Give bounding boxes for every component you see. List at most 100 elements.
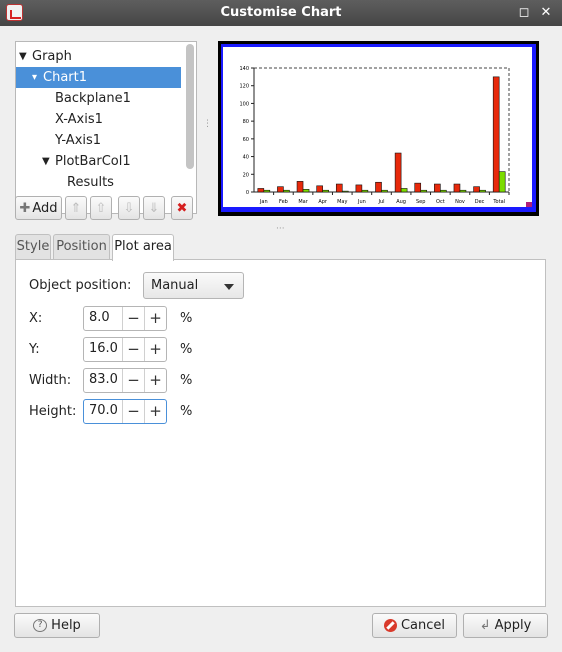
bar-series2-mar [302, 189, 310, 193]
x-increment-button[interactable]: + [144, 307, 166, 330]
y-increment-button[interactable]: + [144, 338, 166, 361]
x-spinbutton[interactable]: 8.0 − + [83, 306, 167, 331]
tree-scrollbar[interactable] [186, 44, 194, 169]
height-decrement-button[interactable]: − [122, 400, 144, 423]
bar-series1-aug [394, 152, 402, 193]
bar-series2-jun [361, 189, 369, 193]
tab-plot-area[interactable]: Plot area [112, 234, 174, 261]
bar-series2-jul [381, 189, 388, 193]
x-tick-label: Jan [259, 199, 268, 205]
tree-item-x-axis1[interactable]: X-Axis1 [16, 109, 181, 130]
bar-series2-sep [420, 189, 428, 193]
close-window-button[interactable]: ✕ [537, 4, 555, 22]
preview-canvas: 0 20 40 60 80 100 120 140 Jan Feb Mar Apr May Jun Jul A… [223, 47, 532, 207]
height-value[interactable]: 70.0 [89, 403, 118, 418]
tree-item-plotbarcol1[interactable]: ▼ PlotBarCol1 [16, 151, 181, 172]
delete-button[interactable]: ✖ [171, 196, 193, 220]
x-tick-label: Total [492, 199, 505, 205]
move-top-button[interactable]: ⇑ [65, 196, 87, 220]
plot-area-panel: Object position: Manual X: 8.0 − + % Y: … [15, 259, 546, 607]
apply-icon: ↲ [479, 618, 491, 633]
y-tick-label: 40 [243, 155, 249, 161]
horizontal-splitter-handle[interactable]: ··· [276, 224, 286, 234]
height-unit: % [180, 404, 193, 419]
tree-item-graph[interactable]: ▼ Graph [16, 46, 181, 67]
height-label: Height: [29, 404, 77, 419]
tree-item-results[interactable]: Results [16, 172, 181, 193]
move-top-icon: ⇑ [70, 200, 82, 216]
y-tick-label: 100 [239, 101, 249, 107]
width-decrement-button[interactable]: − [122, 369, 144, 392]
y-tick-label: 120 [239, 84, 249, 90]
bar-chart: 0 20 40 60 80 100 120 140 Jan Feb Mar Apr May Jun Jul A… [239, 66, 532, 207]
tree-item-label: PlotBarCol1 [55, 154, 131, 169]
title-bar: Customise Chart ◻ ✕ [0, 0, 562, 26]
width-unit: % [180, 373, 193, 388]
maximize-button[interactable]: ◻ [515, 4, 533, 22]
tree-item-backplane1[interactable]: Backplane1 [16, 88, 181, 109]
x-value[interactable]: 8.0 [89, 310, 110, 325]
width-value[interactable]: 83.0 [89, 372, 118, 387]
y-tick-label: 80 [243, 119, 249, 125]
x-tick-label: Feb [279, 199, 288, 205]
bar-series2-apr [322, 189, 329, 193]
cancel-icon [383, 619, 397, 632]
width-increment-button[interactable]: + [144, 369, 166, 392]
x-tick-label: Oct [436, 199, 445, 205]
tab-position[interactable]: Position [53, 234, 110, 260]
x-tick-label: Jun [357, 199, 366, 205]
move-down-button[interactable]: ⇩ [118, 196, 140, 220]
y-tick-label: 140 [239, 66, 249, 72]
plot-area-outline [253, 67, 510, 193]
height-spinbutton[interactable]: 70.0 − + [83, 399, 167, 424]
bar-series1-mar [296, 181, 304, 193]
expander-icon[interactable]: ▾ [32, 67, 42, 88]
x-tick-label: Mar [298, 199, 308, 205]
chevron-down-icon [224, 284, 234, 290]
cancel-button[interactable]: Cancel [372, 613, 457, 638]
tree-item-label: X-Axis1 [55, 112, 103, 127]
x-tick-label: Jul [377, 199, 384, 205]
tree-item-label: Graph [32, 49, 72, 64]
object-tree[interactable]: ▼ Graph ▾ Chart1 Backplane1 X-Axis1 Y-Ax… [15, 41, 197, 214]
expander-icon[interactable]: ▼ [42, 151, 52, 172]
y-spinbutton[interactable]: 16.0 − + [83, 337, 167, 362]
x-decrement-button[interactable]: − [122, 307, 144, 330]
bar-series1-oct [434, 183, 441, 193]
object-position-label: Object position: [29, 278, 132, 293]
bar-series1-jul [375, 181, 382, 193]
bar-series1-nov [453, 183, 461, 193]
resize-handle[interactable] [526, 202, 532, 207]
object-position-select[interactable]: Manual [143, 272, 244, 299]
x-unit: % [180, 311, 193, 326]
dialog-body: ▼ Graph ▾ Chart1 Backplane1 X-Axis1 Y-Ax… [0, 26, 562, 652]
move-down-icon: ⇩ [123, 200, 135, 216]
add-button-label: Add [32, 200, 58, 216]
move-up-icon: ⇧ [95, 200, 107, 216]
x-tick-label: Dec [475, 199, 485, 205]
vertical-splitter-handle[interactable]: ⋮ [203, 120, 212, 132]
x-tick-label: Apr [318, 199, 328, 205]
add-icon: ✚ [19, 200, 31, 216]
y-value[interactable]: 16.0 [89, 341, 118, 356]
tab-style[interactable]: Style [15, 234, 51, 260]
tree-item-y-axis1[interactable]: Y-Axis1 [16, 130, 181, 151]
apply-button[interactable]: ↲ Apply [463, 613, 548, 638]
bar-series1-may [335, 183, 343, 193]
help-button[interactable]: ? Help [14, 613, 100, 638]
bar-series1-apr [316, 185, 323, 193]
expander-icon[interactable]: ▼ [19, 46, 29, 67]
add-button[interactable]: ✚ Add [15, 196, 62, 220]
window-title: Customise Chart [220, 5, 342, 20]
bar-series2-jan [263, 189, 271, 193]
width-label: Width: [29, 373, 72, 388]
tree-item-chart1[interactable]: ▾ Chart1 [16, 67, 181, 88]
move-bottom-button[interactable]: ⇓ [143, 196, 165, 220]
bar-series1-total [492, 76, 500, 193]
move-up-button[interactable]: ⇧ [90, 196, 112, 220]
width-spinbutton[interactable]: 83.0 − + [83, 368, 167, 393]
height-increment-button[interactable]: + [144, 400, 166, 423]
tree-item-label: Results [67, 175, 114, 190]
y-decrement-button[interactable]: − [122, 338, 144, 361]
chart-preview: 0 20 40 60 80 100 120 140 Jan Feb Mar Apr May Jun Jul A… [218, 41, 539, 216]
